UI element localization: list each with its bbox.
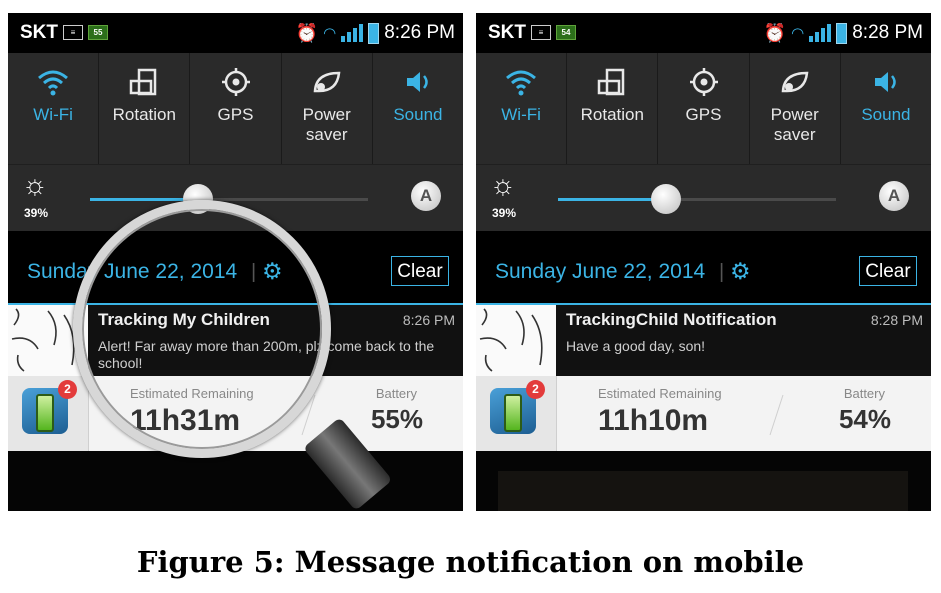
phone-screen-right: SKT ≡ 54 ⏰ ◠ 8:28 PM Wi-Fi Rotation GPS … — [476, 13, 931, 511]
power-saver-icon — [781, 71, 809, 93]
wifi-toggle[interactable]: Wi-Fi — [476, 53, 568, 164]
auto-brightness-button[interactable]: A — [879, 181, 909, 211]
clear-button[interactable]: Clear — [859, 256, 917, 286]
wifi-icon — [38, 70, 69, 96]
brightness-thumb[interactable] — [651, 184, 682, 214]
notification-sketch-image — [476, 305, 556, 376]
clear-button[interactable]: Clear — [391, 256, 449, 286]
brightness-fill — [558, 198, 667, 201]
date-bar: Sunday June 22, 2014 | ⚙ Clear — [476, 231, 931, 305]
figure-caption: Figure 5: Message notification on mobile — [136, 545, 805, 579]
brightness-percent: 39% — [24, 206, 49, 220]
notification-body: Have a good day, son! — [566, 338, 706, 354]
battery-app-icon[interactable]: 2 — [8, 376, 89, 451]
rotation-toggle[interactable]: Rotation — [567, 53, 659, 164]
separator: | — [719, 261, 725, 283]
estimated-remaining-value: 11h10m — [598, 404, 709, 437]
power-saver-toggle[interactable]: Power saver — [282, 53, 373, 164]
sound-label: Sound — [393, 105, 443, 124]
gps-label: GPS — [685, 105, 722, 124]
carrier-label: SKT — [20, 22, 58, 43]
brightness-row: ☼ 39% A — [476, 164, 931, 232]
gps-icon — [221, 68, 250, 96]
brightness-icon: ☼ — [22, 169, 48, 200]
rotation-icon — [598, 68, 625, 96]
battery-label: Battery — [843, 386, 885, 401]
notification-icon: ≡ — [531, 25, 551, 40]
alarm-icon: ⏰ — [295, 22, 319, 43]
battery-icon — [368, 22, 380, 44]
notification-item[interactable]: TrackingChild Notification 8:28 PM Have … — [476, 305, 931, 376]
auto-brightness-button[interactable]: A — [411, 181, 441, 211]
notification-title: TrackingChild Notification — [566, 310, 777, 329]
sound-toggle[interactable]: Sound — [373, 53, 463, 164]
battery-app-icon[interactable]: 2 — [476, 376, 557, 451]
notification-time: 8:28 PM — [870, 312, 923, 328]
sound-toggle[interactable]: Sound — [841, 53, 931, 164]
gps-label: GPS — [217, 105, 254, 124]
signal-icon — [341, 24, 364, 42]
quick-settings: Wi-Fi Rotation GPS Power saver Sound — [8, 53, 463, 164]
clock: 8:28 PM — [852, 22, 923, 43]
status-bar: SKT ≡ 55 ⏰ ◠ 8:26 PM — [8, 13, 463, 53]
brightness-icon: ☼ — [490, 169, 516, 200]
power-saver-label: Power saver — [302, 105, 351, 144]
notification-icon: ≡ — [63, 25, 83, 40]
network-badge-icon: 55 — [88, 25, 108, 40]
sound-icon — [406, 72, 428, 92]
wifi-status-icon: ◠ — [323, 25, 337, 42]
app-badge: 2 — [526, 380, 545, 399]
battery-value: 55% — [370, 404, 423, 434]
bottom-area — [476, 451, 931, 511]
wifi-toggle[interactable]: Wi-Fi — [8, 53, 100, 164]
network-badge-icon: 54 — [556, 25, 576, 40]
power-saver-label: Power saver — [770, 105, 819, 144]
sound-icon — [874, 72, 896, 92]
brightness-percent: 39% — [492, 206, 517, 220]
rotation-label: Rotation — [580, 105, 644, 124]
power-saver-icon — [313, 71, 341, 93]
gps-toggle[interactable]: GPS — [658, 53, 750, 164]
estimated-remaining-label: Estimated Remaining — [598, 386, 722, 401]
magnifier-lens — [73, 200, 331, 458]
gps-toggle[interactable]: GPS — [190, 53, 282, 164]
wifi-icon — [506, 70, 537, 96]
notification-time: 8:26 PM — [402, 312, 455, 328]
app-badge: 2 — [58, 380, 77, 399]
rotation-icon — [130, 68, 157, 96]
clock: 8:26 PM — [384, 22, 455, 43]
gps-icon — [689, 68, 718, 96]
bottom-area — [8, 451, 463, 511]
power-saver-toggle[interactable]: Power saver — [750, 53, 841, 164]
wifi-label: Wi-Fi — [501, 105, 541, 124]
wifi-label: Wi-Fi — [33, 105, 73, 124]
rotation-label: Rotation — [112, 105, 176, 124]
quick-settings: Wi-Fi Rotation GPS Power saver Sound — [476, 53, 931, 164]
signal-icon — [809, 24, 832, 42]
sound-label: Sound — [861, 105, 911, 124]
carrier-label: SKT — [488, 22, 526, 43]
battery-value: 54% — [838, 404, 891, 434]
alarm-icon: ⏰ — [763, 22, 787, 43]
brightness-slider[interactable] — [558, 184, 836, 214]
battery-icon — [836, 22, 848, 44]
date-label: Sunday June 22, 2014 — [495, 260, 706, 283]
wifi-status-icon: ◠ — [791, 25, 805, 42]
battery-widget[interactable]: 2 Estimated Remaining 11h10m Battery 54% — [476, 376, 931, 451]
divider — [769, 394, 784, 436]
status-bar: SKT ≡ 54 ⏰ ◠ 8:28 PM — [476, 13, 931, 53]
settings-gear-icon[interactable]: ⚙ — [730, 258, 751, 285]
brightness-slider[interactable] — [90, 184, 368, 214]
battery-label: Battery — [375, 386, 417, 401]
rotation-toggle[interactable]: Rotation — [99, 53, 191, 164]
